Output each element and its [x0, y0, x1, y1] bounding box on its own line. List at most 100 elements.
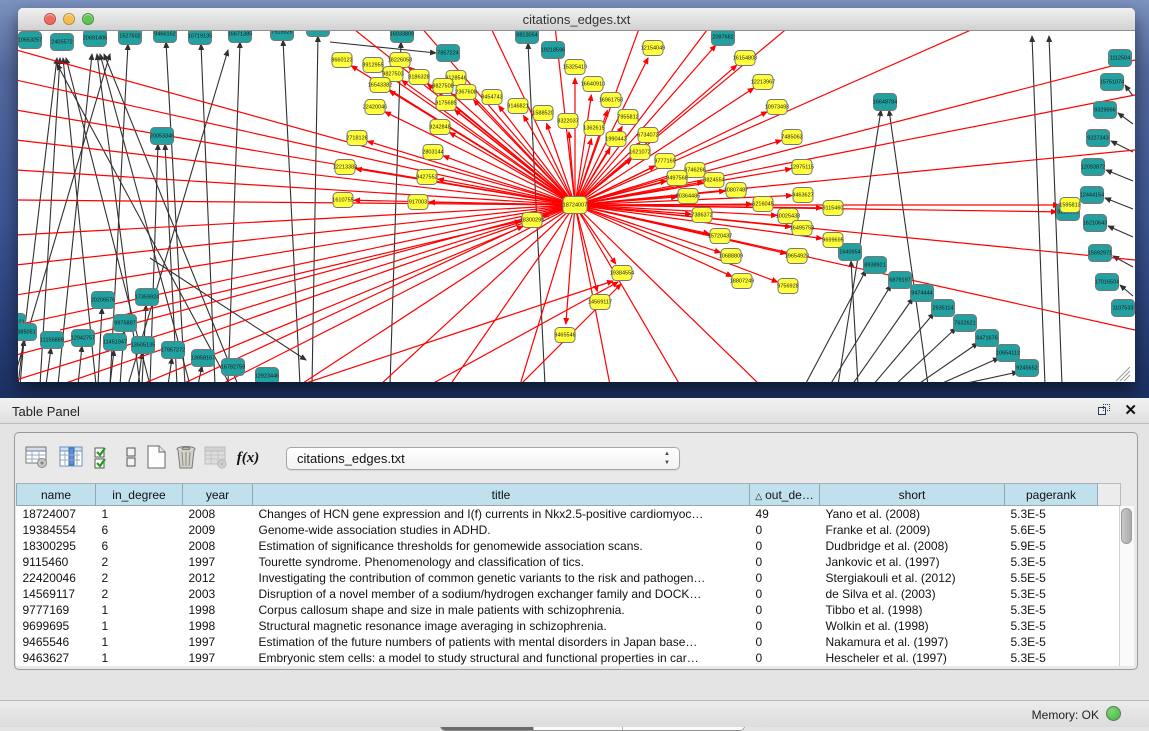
graph-node-label: 10654112: [996, 351, 1020, 357]
table-selector-dropdown[interactable]: citations_edges.txt ▲▼: [286, 447, 680, 470]
graph-node-label: 15720437: [708, 234, 732, 240]
graph-node-label: 9245652: [1016, 366, 1037, 372]
table-settings-button[interactable]: [23, 444, 51, 472]
trash-icon: [173, 444, 199, 470]
graph-node-label: 9474444: [911, 291, 932, 297]
graph-node-label: 3824554: [703, 178, 724, 184]
table-container: f(x) citations_edges.txt ▲▼ namein_degre…: [14, 432, 1138, 670]
graph-node-label: 12923446: [255, 374, 279, 380]
column-header-year[interactable]: year: [183, 484, 253, 506]
graph-node-label: 7632621: [954, 321, 975, 327]
table-settings-icon: [24, 444, 50, 470]
import-table-button-disabled[interactable]: [202, 444, 230, 472]
graph-node-label: 2087682: [712, 35, 733, 41]
graph-node-label: 1362615: [583, 126, 604, 132]
window-titlebar[interactable]: citations_edges.txt: [18, 8, 1135, 31]
graph-node-label: 20364486: [676, 194, 700, 200]
function-builder-button[interactable]: f(x): [234, 444, 262, 472]
graph-node-label: 1610755: [332, 198, 353, 204]
delete-button[interactable]: [172, 444, 200, 472]
column-header-in_degree[interactable]: in_degree: [96, 484, 183, 506]
graph-node-label: 1112504: [1110, 56, 1131, 62]
graph-node-label: 2405572: [51, 40, 72, 46]
graph-node-label: 1527602: [119, 34, 140, 40]
network-window: citations_edges.txt 10653257240557220691…: [18, 8, 1135, 382]
table-panel: Table Panel ✕: [0, 398, 1149, 700]
graph-node-label: 8813054: [516, 33, 537, 39]
table-row[interactable]: 1938455462009Genome-wide association stu…: [17, 522, 1121, 538]
graph-node-label: 18226058: [388, 58, 412, 64]
table-row[interactable]: 969969511998Structural magnetic resonanc…: [17, 618, 1121, 634]
graph-node-label: 917003: [409, 200, 427, 206]
graph-node-label: 16640910: [581, 82, 605, 88]
table-panel-title: Table Panel: [12, 404, 80, 419]
graph-node-label: 9329966: [1094, 108, 1115, 114]
network-canvas[interactable]: 1065325724055722069140615276029466162107…: [18, 31, 1135, 382]
table-row[interactable]: 911546021997Tourette syndrome. Phenomeno…: [17, 554, 1121, 570]
graph-node-label: 12942757: [71, 336, 95, 342]
table-row[interactable]: 2242004622012Investigating the contribut…: [17, 570, 1121, 586]
graph-node-label: 10807487: [724, 188, 748, 194]
graph-node-label: 8385051: [18, 330, 36, 336]
graph-node-label: 8660123: [331, 58, 352, 64]
graph-node-label: 12213383: [333, 165, 357, 171]
graph-node-label: 12975115: [790, 165, 814, 171]
column-header-title[interactable]: title: [253, 484, 750, 506]
column-header-name[interactable]: name: [17, 484, 96, 506]
table-selector-value: citations_edges.txt: [297, 451, 405, 466]
table-row[interactable]: 1456911722003Disruption of a novel membe…: [17, 586, 1121, 602]
graph-node-label: 20206576: [91, 298, 115, 304]
graph-node-label: 1588520: [532, 111, 553, 117]
graph-node-label: 16495758: [790, 226, 814, 232]
table-row[interactable]: 946362711997Embryonic stem cells: a mode…: [17, 650, 1121, 666]
table-vertical-scrollbar[interactable]: [1119, 506, 1134, 666]
graph-node-label: 13958167: [191, 356, 215, 362]
graph-node-label: 18807249: [730, 279, 754, 285]
import-table-disabled-icon: [203, 444, 229, 470]
new-document-icon: [143, 444, 169, 470]
graph-node-label: 15325419: [563, 65, 587, 71]
table-header-row: namein_degreeyeartitle△out_de…shortpager…: [17, 484, 1121, 506]
graph-node-label: 7485063: [781, 135, 802, 141]
graph-node-label: 12213967: [751, 80, 775, 86]
graph-node-label: 20053346: [150, 134, 174, 140]
graph-node-label: 9115460: [822, 206, 843, 212]
graph-node-label: 1621072: [629, 150, 650, 156]
graph-node-label: 12444154: [1080, 193, 1104, 199]
table-row[interactable]: 1830029562008Estimation of significance …: [17, 538, 1121, 554]
graph-node-label: 22420046: [363, 105, 387, 111]
graph-node-label: 9699695: [822, 238, 843, 244]
graph-node-label: 15692971: [1088, 251, 1112, 257]
select-column-button[interactable]: [57, 444, 85, 472]
graph-node-label: 2935114: [932, 306, 953, 312]
graph-node-label: 12154049: [641, 46, 665, 52]
table-row[interactable]: 977716911998Corpus callosum shape and si…: [17, 602, 1121, 618]
column-header-pagerank[interactable]: pagerank: [1005, 484, 1098, 506]
sort-ascending-icon: △: [755, 491, 762, 501]
scrollbar-thumb[interactable]: [1121, 508, 1132, 544]
graph-node-label: 7955812: [617, 115, 638, 121]
float-panel-icon[interactable]: [1098, 404, 1111, 417]
window-title: citations_edges.txt: [18, 12, 1135, 27]
close-panel-icon[interactable]: ✕: [1124, 401, 1137, 419]
graph-node-label: 7857224: [437, 51, 458, 57]
column-header-out_de[interactable]: △out_de…: [750, 484, 820, 506]
graph-node-label: 8322037: [557, 119, 578, 125]
new-document-button[interactable]: [142, 444, 170, 472]
graph-node-label: 11451947: [103, 340, 127, 346]
graph-node-label: 9975887: [114, 321, 135, 327]
graph-node-label: 8912955: [362, 63, 383, 69]
graph-node-label: 8938921: [864, 263, 885, 269]
graph-node-label: 8186328: [408, 75, 429, 81]
graph-node-label: 9465546: [554, 333, 575, 339]
column-header-short[interactable]: short: [820, 484, 1005, 506]
node-attribute-table: namein_degreeyeartitle△out_de…shortpager…: [16, 483, 1121, 666]
select-rows-button[interactable]: [91, 444, 119, 472]
graph-node-label: 6216045: [752, 202, 773, 208]
graph-node-label: 20691406: [83, 36, 107, 42]
graph-node[interactable]: [307, 31, 330, 37]
table-row[interactable]: 1872400712008Changes of HCN gene express…: [17, 506, 1121, 522]
graph-node-label: 16033809: [390, 32, 414, 38]
citation-network-graph[interactable]: 1065325724055722069140615276029466162107…: [18, 31, 1135, 382]
table-row[interactable]: 946554611997Estimation of the future num…: [17, 634, 1121, 650]
